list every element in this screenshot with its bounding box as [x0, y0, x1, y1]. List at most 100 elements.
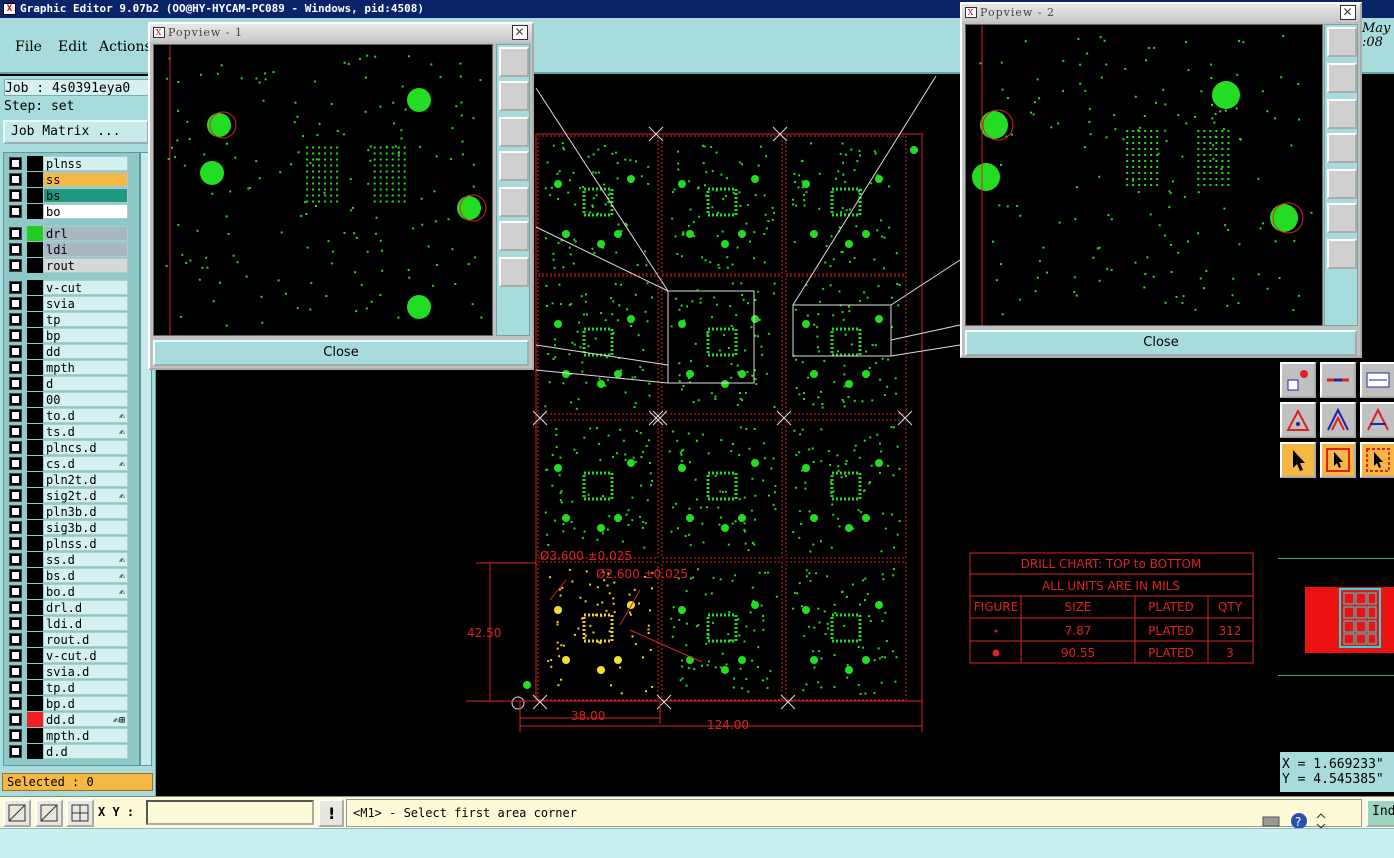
layer-name[interactable]: tp.d — [43, 680, 128, 695]
layer-color-swatch[interactable] — [27, 226, 43, 241]
layer-color-swatch[interactable] — [27, 360, 43, 375]
layer-color-swatch[interactable] — [27, 392, 43, 407]
close-icon[interactable]: ✕ — [1340, 5, 1356, 20]
layer-name[interactable]: sig3b.d — [43, 520, 128, 535]
layer-name[interactable]: svia — [43, 296, 128, 311]
layer-checkbox[interactable] — [9, 505, 22, 518]
layer-color-swatch[interactable] — [27, 520, 43, 535]
layer-row[interactable]: svia.d — [7, 664, 128, 679]
snap-tool-icon[interactable] — [1280, 362, 1316, 398]
layer-name[interactable]: drl — [43, 226, 128, 241]
pan-right-icon[interactable] — [499, 187, 529, 217]
layer-row[interactable]: drl.d — [7, 600, 128, 615]
layer-row[interactable]: v-cut.d — [7, 648, 128, 663]
layer-color-swatch[interactable] — [27, 536, 43, 551]
zoom-in-icon[interactable] — [1327, 239, 1357, 269]
layer-checkbox[interactable] — [9, 281, 22, 294]
layer-color-swatch[interactable] — [27, 712, 43, 727]
zoom-box-icon[interactable] — [3, 799, 31, 827]
layer-color-swatch[interactable] — [27, 258, 43, 273]
layer-color-swatch[interactable] — [27, 344, 43, 359]
layer-color-swatch[interactable] — [27, 648, 43, 663]
layer-name[interactable]: ss.d ✍ — [43, 552, 128, 567]
layer-checkbox[interactable] — [9, 617, 22, 630]
layer-checkbox[interactable] — [9, 569, 22, 582]
layer-checkbox[interactable] — [9, 681, 22, 694]
layer-checkbox[interactable] — [9, 243, 22, 256]
layer-checkbox[interactable] — [9, 157, 22, 170]
layer-row[interactable]: rout.d — [7, 632, 128, 647]
layer-row[interactable]: dd.d ✍⊞ — [7, 712, 128, 727]
pan-left-icon[interactable] — [1327, 133, 1357, 163]
layer-color-swatch[interactable] — [27, 472, 43, 487]
pan-right-icon[interactable] — [1327, 169, 1357, 199]
layer-color-swatch[interactable] — [27, 632, 43, 647]
layer-row[interactable]: sig2t.d ✍ — [7, 488, 128, 503]
menu-edit[interactable]: Edit — [58, 39, 87, 55]
layer-checkbox[interactable] — [9, 521, 22, 534]
layer-checkbox[interactable] — [9, 425, 22, 438]
layer-color-swatch[interactable] — [27, 488, 43, 503]
layer-row[interactable]: plncs.d — [7, 440, 128, 455]
layer-name[interactable]: plnss.d — [43, 536, 128, 551]
fit-view-icon[interactable] — [1327, 27, 1357, 57]
layer-checkbox[interactable] — [9, 649, 22, 662]
layer-row[interactable]: plnss.d — [7, 536, 128, 551]
layer-name[interactable]: bp — [43, 328, 128, 343]
layer-checkbox[interactable] — [9, 345, 22, 358]
layer-checkbox[interactable] — [9, 473, 22, 486]
layer-color-swatch[interactable] — [27, 424, 43, 439]
zoom-out-icon[interactable] — [499, 221, 529, 251]
layer-row[interactable]: bo.d ✍ — [7, 584, 128, 599]
layer-name[interactable]: sig2t.d ✍ — [43, 488, 128, 503]
layer-row[interactable]: drl — [7, 226, 128, 241]
layer-row[interactable]: pln3b.d — [7, 504, 128, 519]
xy-input[interactable] — [146, 800, 314, 825]
pan-up-icon[interactable] — [1327, 63, 1357, 93]
layer-row[interactable]: bp — [7, 328, 128, 343]
layer-color-swatch[interactable] — [27, 172, 43, 187]
layer-name[interactable]: plncs.d — [43, 440, 128, 455]
layer-checkbox[interactable] — [9, 553, 22, 566]
layer-row[interactable]: svia — [7, 296, 128, 311]
layer-checkbox[interactable] — [9, 409, 22, 422]
layer-name[interactable]: ldi.d — [43, 616, 128, 631]
layer-color-swatch[interactable] — [27, 242, 43, 257]
layer-checkbox[interactable] — [9, 537, 22, 550]
layer-row[interactable]: bs.d ✍ — [7, 568, 128, 583]
layer-name[interactable]: pln2t.d — [43, 472, 128, 487]
layer-name[interactable]: rout.d — [43, 632, 128, 647]
layer-row[interactable]: tp — [7, 312, 128, 327]
layer-checkbox[interactable] — [9, 189, 22, 202]
layer-color-swatch[interactable] — [27, 584, 43, 599]
layer-color-swatch[interactable] — [27, 504, 43, 519]
layer-color-swatch[interactable] — [27, 616, 43, 631]
layer-checkbox[interactable] — [9, 713, 22, 726]
layer-name[interactable]: v-cut — [43, 280, 128, 295]
line-tool-icon[interactable] — [1320, 362, 1356, 398]
select-box-icon[interactable] — [1320, 442, 1356, 478]
layer-name[interactable]: dd.d ✍⊞ — [43, 712, 128, 727]
popview-1-titlebar[interactable]: X Popview - 1 ✕ — [150, 24, 532, 42]
layer-color-swatch[interactable] — [27, 280, 43, 295]
zoom-in-icon[interactable] — [499, 257, 529, 287]
pan-down-icon[interactable] — [1327, 99, 1357, 129]
layer-row[interactable]: bo — [7, 204, 128, 219]
popview-1-view[interactable] — [153, 44, 493, 336]
layer-name[interactable]: drl.d — [43, 600, 128, 615]
layer-name[interactable]: mpth — [43, 360, 128, 375]
layer-name[interactable]: ldi — [43, 242, 128, 257]
layer-checkbox[interactable] — [9, 585, 22, 598]
layer-checkbox[interactable] — [9, 729, 22, 742]
layer-row[interactable]: d — [7, 376, 128, 391]
layer-checkbox[interactable] — [9, 329, 22, 342]
layer-name[interactable]: bs.d ✍ — [43, 568, 128, 583]
layer-name[interactable]: bs — [43, 188, 128, 203]
layer-checkbox[interactable] — [9, 313, 22, 326]
layer-color-swatch[interactable] — [27, 552, 43, 567]
layer-name[interactable]: cs.d ✍ — [43, 456, 128, 471]
layer-row[interactable]: ss — [7, 172, 128, 187]
fit-view-icon[interactable] — [499, 47, 529, 77]
layer-row[interactable]: bp.d — [7, 696, 128, 711]
layer-color-swatch[interactable] — [27, 156, 43, 171]
